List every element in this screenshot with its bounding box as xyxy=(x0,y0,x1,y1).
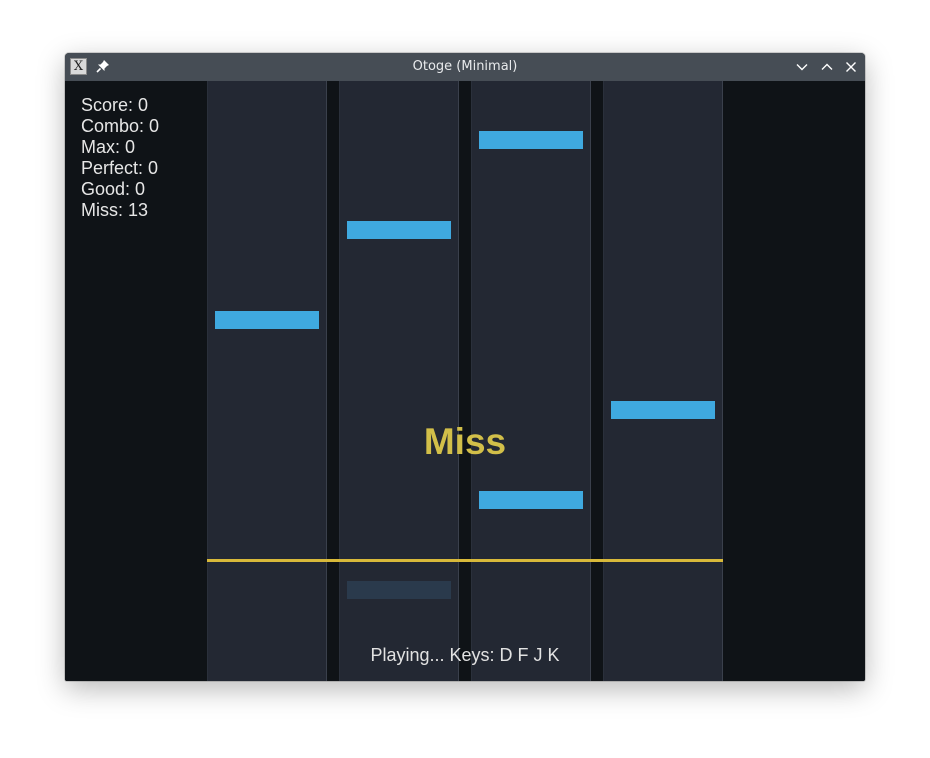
title-bar[interactable]: X Otoge (Minimal) xyxy=(65,53,865,81)
note xyxy=(215,311,319,329)
lane-j[interactable] xyxy=(471,81,591,681)
stats-panel: Score: 0 Combo: 0 Max: 0 Perfect: 0 Good… xyxy=(81,95,159,221)
judgement-line xyxy=(207,559,723,562)
note xyxy=(479,131,583,149)
combo-label: Combo: 0 xyxy=(81,116,160,136)
window-title: Otoge (Minimal) xyxy=(412,59,518,74)
game-window: X Otoge (Minimal) Score: 0 Combo: 0 Max:… xyxy=(65,53,865,681)
score-label: Score: 0 xyxy=(81,95,149,115)
maximize-icon[interactable] xyxy=(817,57,837,77)
lane-d[interactable] xyxy=(207,81,327,681)
minimize-icon[interactable] xyxy=(792,57,812,77)
game-canvas[interactable]: Score: 0 Combo: 0 Max: 0 Perfect: 0 Good… xyxy=(65,81,865,681)
lane-f[interactable] xyxy=(339,81,459,681)
missed-note xyxy=(347,581,451,599)
note xyxy=(479,491,583,509)
good-count-label: Good: 0 xyxy=(81,179,146,199)
perfect-count-label: Perfect: 0 xyxy=(81,158,159,178)
miss-count-label: Miss: 13 xyxy=(81,200,149,220)
close-icon[interactable] xyxy=(841,57,861,77)
judgement-text: Miss xyxy=(423,421,507,462)
lane-k[interactable] xyxy=(603,81,723,681)
note xyxy=(611,401,715,419)
note xyxy=(347,221,451,239)
status-text: Playing... Keys: D F J K xyxy=(370,645,560,665)
max-combo-label: Max: 0 xyxy=(81,137,136,157)
